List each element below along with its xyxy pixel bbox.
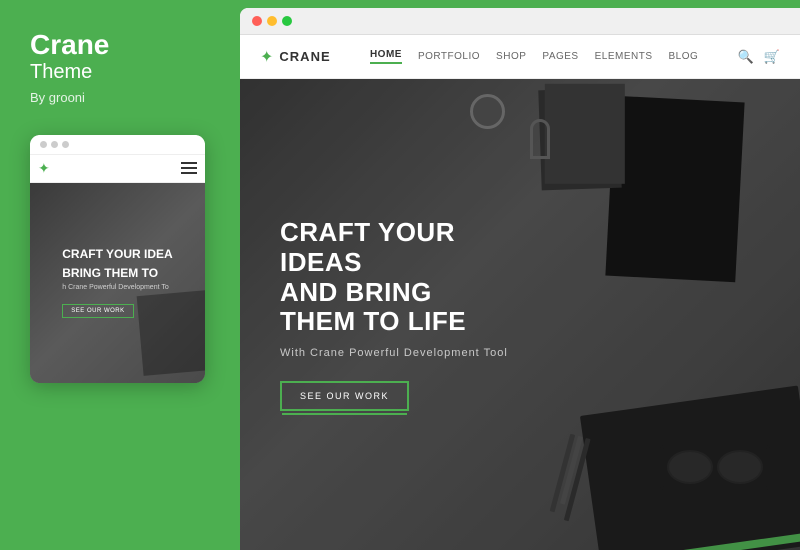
mobile-cta-button[interactable]: SEE OUR WORK: [62, 304, 133, 318]
desktop-nav-icons: 🔍 🛒: [738, 49, 780, 65]
hero-glasses-decor: [660, 445, 770, 490]
desktop-hero-cta-button[interactable]: SEE OUR WORK: [280, 381, 409, 411]
desktop-site: ✦ CRANE HOME PORTFOLIO SHOP PAGES ELEMEN…: [240, 35, 800, 550]
browser-bar: [240, 8, 800, 35]
right-panel: ✦ CRANE HOME PORTFOLIO SHOP PAGES ELEMEN…: [240, 8, 800, 550]
nav-link-home[interactable]: HOME: [370, 49, 402, 64]
nav-link-pages[interactable]: PAGES: [542, 51, 578, 62]
crane-logo-icon: ✦: [260, 47, 273, 67]
mobile-browser-bar: [30, 135, 205, 155]
desktop-hero-subtitle: With Crane Powerful Development Tool: [280, 347, 508, 359]
mobile-hero-content: CRAFT YOUR IDEA BRING THEM TO h Crane Po…: [52, 237, 182, 328]
cart-icon[interactable]: 🛒: [764, 49, 780, 65]
theme-subtitle: Theme: [30, 61, 109, 84]
mobile-nav: ✦: [30, 155, 205, 183]
desktop-nav-links: HOME PORTFOLIO SHOP PAGES ELEMENTS BLOG: [370, 49, 698, 64]
mobile-dot-1: [40, 141, 47, 148]
mobile-hero-title-line1: CRAFT YOUR IDEA: [62, 247, 172, 261]
desktop-hero: CRAFT YOUR IDEAS AND BRING THEM TO LIFE …: [240, 79, 800, 550]
desktop-nav-logo: ✦ CRANE: [260, 47, 331, 67]
hero-pencils-decor: [548, 434, 590, 522]
hero-notebook-decor: [605, 96, 744, 283]
theme-title-block: Crane Theme By grooni: [30, 30, 109, 135]
nav-link-shop[interactable]: SHOP: [496, 51, 526, 62]
search-icon[interactable]: 🔍: [738, 49, 754, 65]
desktop-brand-name: CRANE: [279, 49, 330, 64]
hero-medal-decor: [470, 94, 505, 129]
mobile-hero-sub: h Crane Powerful Development To: [62, 284, 172, 291]
browser-dot-red[interactable]: [252, 16, 262, 26]
desktop-hero-title-line1: CRAFT YOUR IDEAS: [280, 218, 508, 278]
desktop-nav: ✦ CRANE HOME PORTFOLIO SHOP PAGES ELEMEN…: [240, 35, 800, 79]
desktop-hero-content: CRAFT YOUR IDEAS AND BRING THEM TO LIFE …: [240, 218, 548, 412]
nav-link-blog[interactable]: BLOG: [669, 51, 699, 62]
mobile-hero: CRAFT YOUR IDEA BRING THEM TO h Crane Po…: [30, 183, 205, 383]
mobile-hero-title-line2: BRING THEM TO: [62, 266, 172, 280]
mobile-hamburger-icon[interactable]: [181, 162, 197, 174]
mobile-dot-2: [51, 141, 58, 148]
desktop-hero-title-line2: AND BRING THEM TO LIFE: [280, 278, 508, 338]
nav-link-portfolio[interactable]: PORTFOLIO: [418, 51, 480, 62]
browser-dot-green[interactable]: [282, 16, 292, 26]
theme-title: Crane: [30, 30, 109, 61]
mobile-preview: ✦ CRAFT YOUR IDEA BRING THEM TO h Crane …: [30, 135, 205, 383]
theme-author: By grooni: [30, 90, 109, 105]
left-panel: Crane Theme By grooni ✦ CRAFT YOUR IDEA …: [0, 0, 240, 550]
browser-dot-yellow[interactable]: [267, 16, 277, 26]
hero-clip-decor: [530, 119, 550, 159]
mobile-logo-icon: ✦: [38, 160, 50, 177]
nav-link-elements[interactable]: ELEMENTS: [595, 51, 653, 62]
hero-papers-decor: [538, 88, 621, 191]
mobile-dot-3: [62, 141, 69, 148]
desktop-hero-title: CRAFT YOUR IDEAS AND BRING THEM TO LIFE: [280, 218, 508, 338]
